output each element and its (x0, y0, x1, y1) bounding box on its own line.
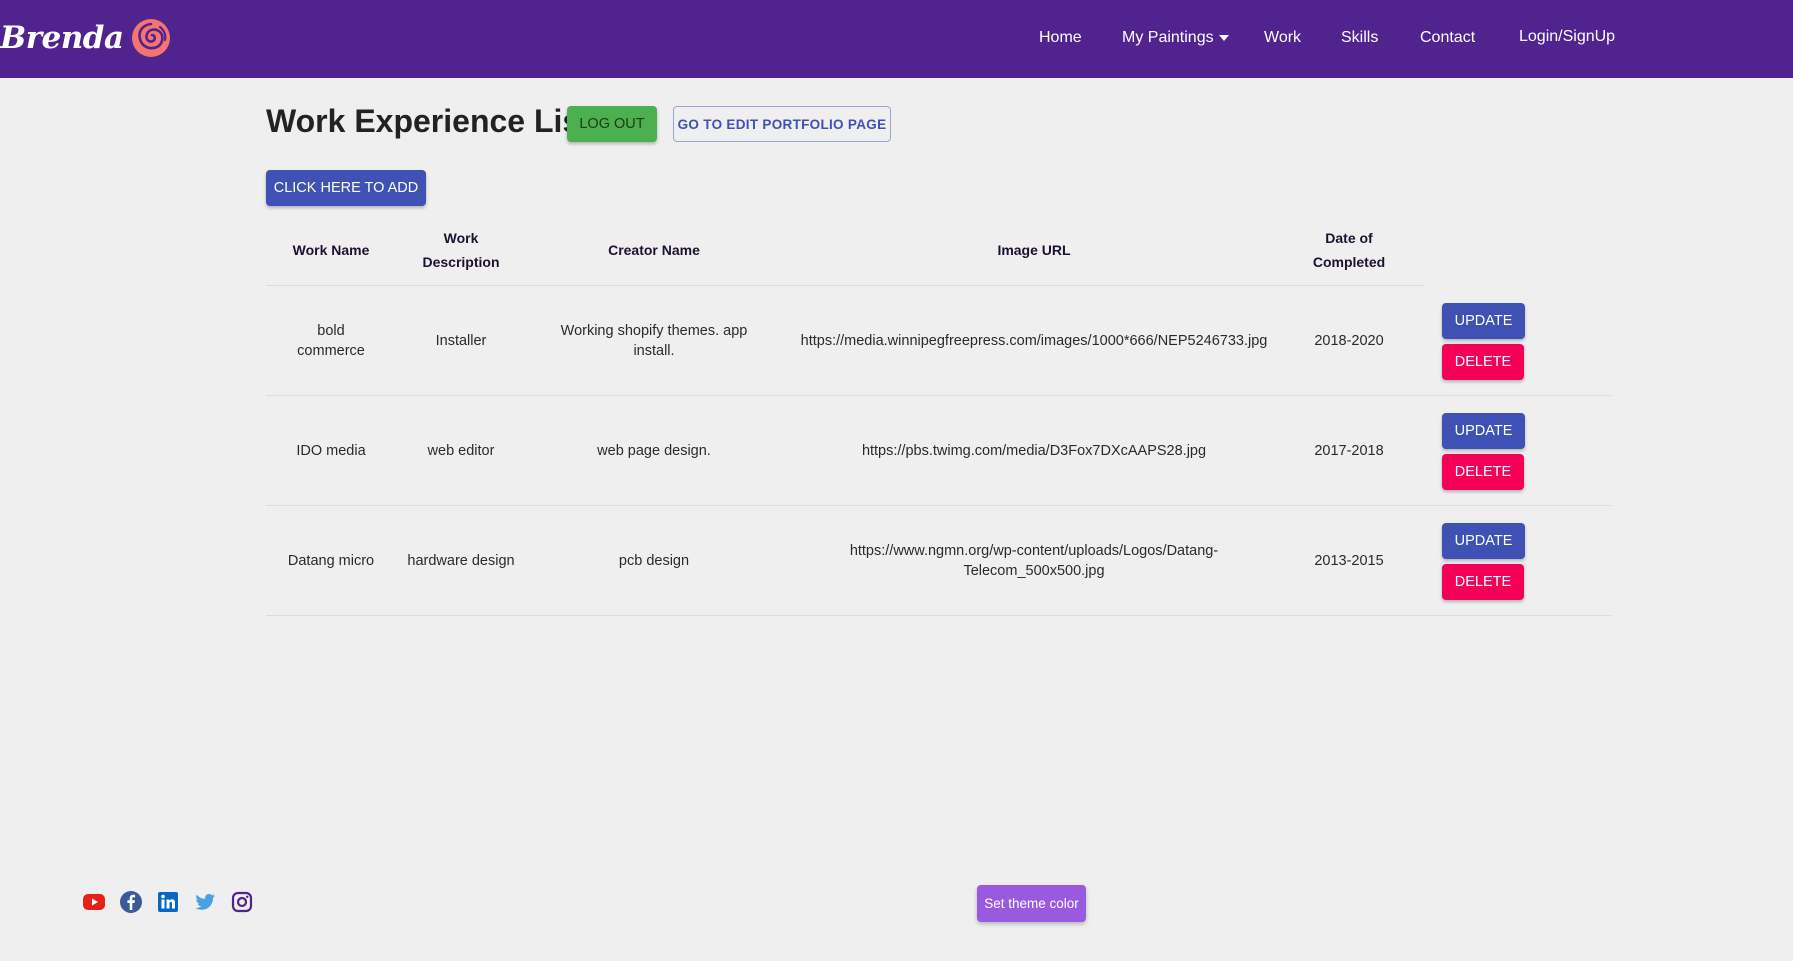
edit-portfolio-button[interactable]: GO TO EDIT PORTFOLIO PAGE (673, 106, 891, 142)
row-actions: UPDATE DELETE (1442, 506, 1542, 616)
instagram-icon[interactable] (230, 890, 254, 914)
delete-button[interactable]: DELETE (1442, 454, 1524, 490)
facebook-icon[interactable] (119, 890, 143, 914)
nav-skills[interactable]: Skills (1341, 29, 1378, 47)
delete-button[interactable]: DELETE (1442, 564, 1524, 600)
page-title: Work Experience List (266, 103, 591, 139)
logout-button[interactable]: LOG OUT (567, 106, 657, 142)
row-actions: UPDATE DELETE (1442, 396, 1542, 506)
table-row: bold commerce Installer Working shopify … (266, 286, 1611, 396)
cell-image-url: https://media.winnipegfreepress.com/imag… (800, 333, 1268, 349)
cell-date-completed: 2013-2015 (1314, 553, 1384, 569)
twitter-icon[interactable] (193, 890, 217, 914)
cell-work-name: Datang micro (287, 553, 375, 569)
nav-my-paintings[interactable]: My Paintings (1122, 29, 1229, 47)
delete-button[interactable]: DELETE (1442, 344, 1524, 380)
row-actions: UPDATE DELETE (1442, 286, 1542, 396)
cell-image-url: https://www.ngmn.org/wp-content/uploads/… (849, 543, 1219, 579)
col-image-url: Image URL (997, 242, 1071, 258)
table-header: Work Name Work Description Creator Name … (266, 214, 1425, 286)
linkedin-icon[interactable] (156, 890, 180, 914)
youtube-icon[interactable] (82, 890, 106, 914)
table-row: Datang micro hardware design pcb design … (266, 506, 1611, 616)
nav-my-paintings-label: My Paintings (1122, 29, 1214, 46)
navbar: Brenda Home My Paintings Work Skills Con… (0, 0, 1793, 78)
nav-work[interactable]: Work (1264, 29, 1301, 47)
set-theme-color-button[interactable]: Set theme color (977, 885, 1086, 922)
caret-down-icon (1218, 35, 1229, 41)
brand-name: Brenda (0, 20, 124, 56)
brand[interactable]: Brenda (0, 12, 172, 64)
cell-date-completed: 2018-2020 (1314, 333, 1384, 349)
nav-login-signup[interactable]: Login/SignUp (1519, 28, 1615, 46)
cell-creator-name: web page design. (597, 443, 711, 459)
nav-contact[interactable]: Contact (1420, 29, 1475, 47)
col-work-name: Work Name (292, 242, 370, 258)
col-creator-name: Creator Name (608, 242, 700, 258)
cell-creator-name: pcb design (618, 553, 690, 569)
cell-work-name: bold commerce (297, 323, 365, 359)
col-date-completed: Date of Completed (1312, 230, 1386, 270)
update-button[interactable]: UPDATE (1442, 303, 1525, 339)
cell-work-description: web editor (427, 443, 495, 459)
cell-work-name: IDO media (296, 443, 366, 459)
table-row: IDO media web editor web page design. ht… (266, 396, 1611, 506)
cell-date-completed: 2017-2018 (1314, 443, 1384, 459)
cell-creator-name: Working shopify themes. app install. (560, 323, 748, 359)
cell-work-description: hardware design (407, 553, 515, 569)
cell-image-url: https://pbs.twimg.com/media/D3Fox7DXcAAP… (861, 443, 1207, 459)
add-work-button[interactable]: CLICK HERE TO ADD (266, 170, 426, 206)
social-links (82, 890, 267, 914)
nav-home[interactable]: Home (1039, 29, 1082, 47)
update-button[interactable]: UPDATE (1442, 413, 1525, 449)
col-work-description: Work Description (422, 230, 500, 270)
rose-logo-icon (131, 19, 170, 57)
update-button[interactable]: UPDATE (1442, 523, 1525, 559)
cell-work-description: Installer (435, 333, 487, 349)
